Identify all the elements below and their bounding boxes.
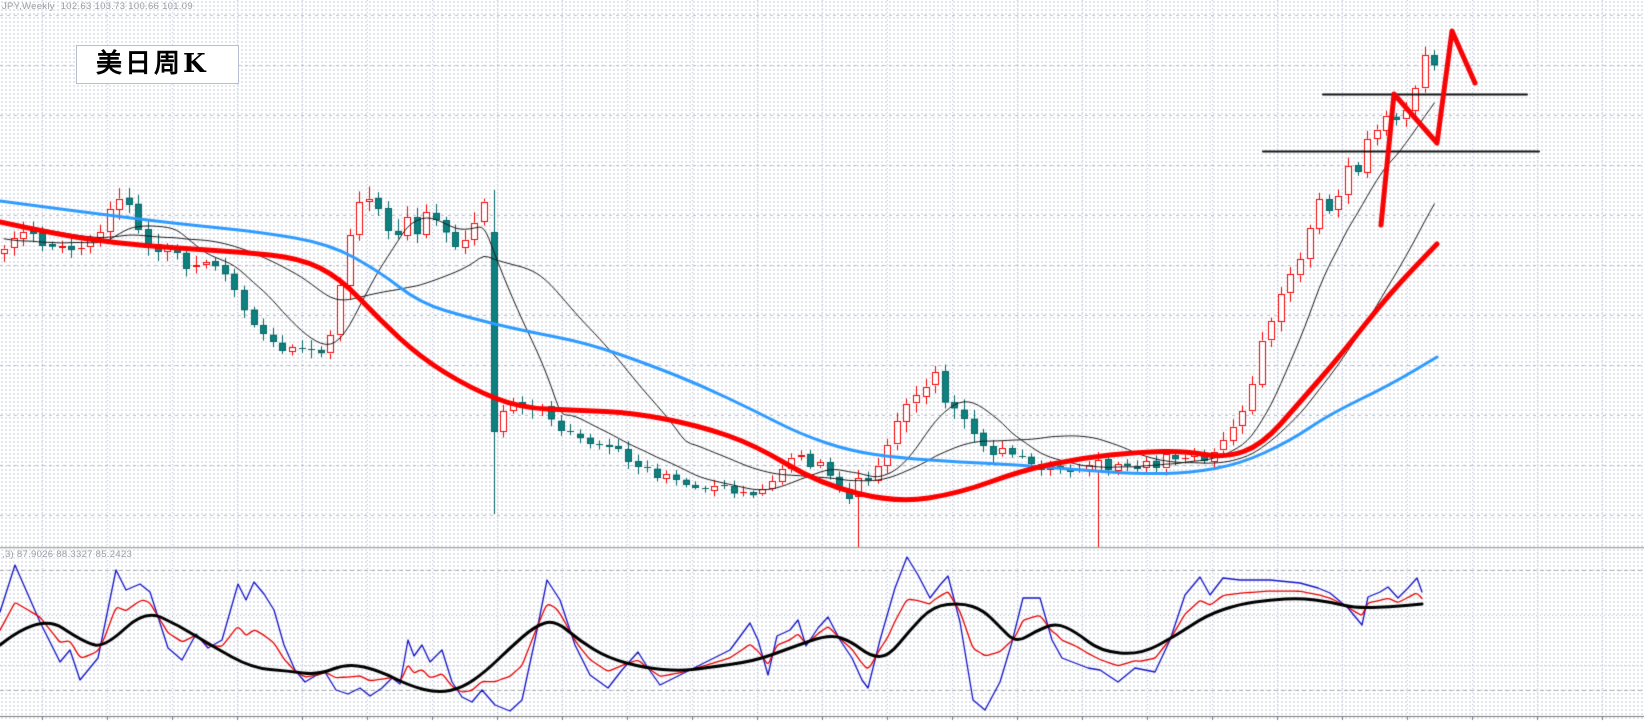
chart-title-annotation[interactable]: 美日周K (76, 45, 239, 84)
price-chart-canvas[interactable] (0, 0, 1644, 721)
symbol-ohlc-label: JPY,Weekly 102.63 103.73 100.66 101.09 (2, 1, 193, 12)
trading-chart-window: JPY,Weekly 102.63 103.73 100.66 101.09 美… (0, 0, 1644, 721)
indicator-values-label: ,3) 87.9026 88.3327 85.2423 (2, 549, 133, 560)
